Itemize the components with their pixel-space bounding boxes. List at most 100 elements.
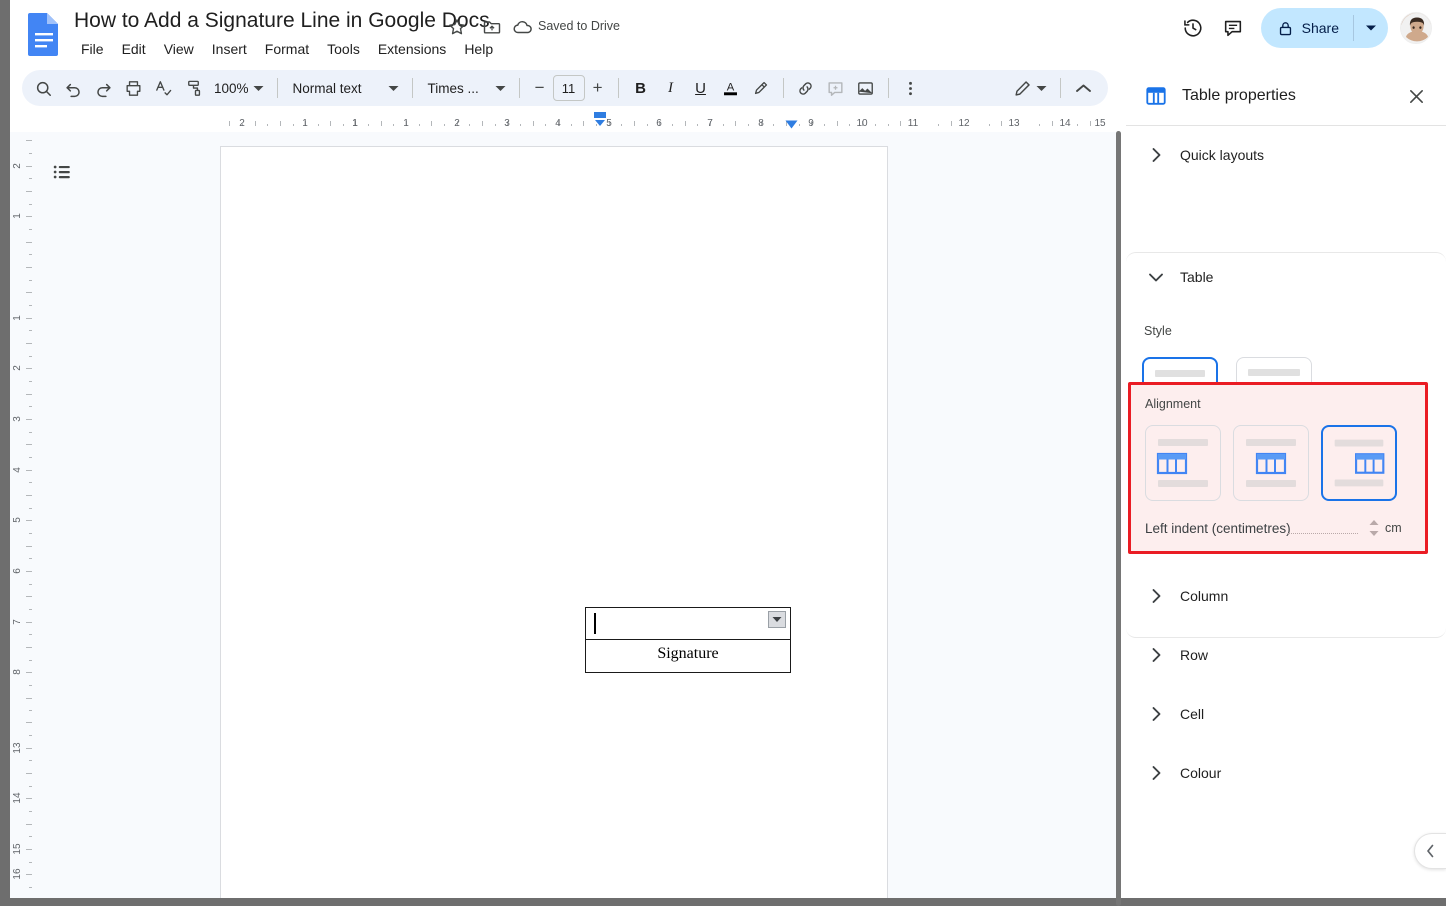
increase-font-size-button[interactable]: + (585, 75, 611, 101)
menu-view[interactable]: View (155, 39, 203, 59)
menu-bar: File Edit View Insert Format Tools Exten… (72, 39, 502, 59)
svg-text:7: 7 (12, 619, 23, 625)
svg-text:4: 4 (555, 118, 561, 129)
font-family-dropdown[interactable]: Times ... (420, 74, 512, 102)
window-scrollbar-left[interactable] (0, 0, 10, 898)
bold-label: B (635, 79, 646, 97)
table-properties-icon (1144, 84, 1168, 108)
alignment-label: Alignment (1145, 397, 1201, 411)
menu-tools[interactable]: Tools (318, 39, 369, 59)
toolbar-divider (411, 78, 413, 98)
stepper-up-down-icon[interactable] (1368, 519, 1380, 537)
style-label: Style (1144, 324, 1172, 338)
section-quick-layouts[interactable]: Quick layouts (1126, 131, 1446, 179)
spelling-check-icon[interactable] (148, 74, 178, 102)
document-page[interactable]: Signature (220, 146, 888, 898)
document-canvas[interactable]: Signature (34, 132, 1116, 898)
zoom-control[interactable]: 100% (208, 74, 270, 102)
menu-insert[interactable]: Insert (203, 39, 256, 59)
add-comment-icon[interactable] (821, 74, 851, 102)
highlight-color-icon[interactable] (746, 74, 776, 102)
comment-history-icon[interactable] (1213, 8, 1253, 48)
avatar[interactable] (1400, 12, 1432, 44)
star-icon[interactable] (447, 17, 467, 37)
align-left-option[interactable] (1145, 425, 1221, 501)
horizontal-ruler[interactable]: 21 1 123 456 789 10 1 11 12 13 14 15 (10, 112, 1116, 132)
svg-text:1: 1 (12, 315, 23, 321)
menu-format[interactable]: Format (256, 39, 318, 59)
share-button[interactable]: Share (1260, 8, 1388, 48)
paint-format-icon[interactable] (178, 74, 208, 102)
menu-extensions[interactable]: Extensions (369, 39, 455, 59)
toolbar-divider (782, 78, 784, 98)
svg-text:14: 14 (1059, 118, 1071, 129)
align-right-option[interactable] (1321, 425, 1397, 501)
svg-text:13: 13 (12, 742, 23, 754)
paragraph-style-dropdown[interactable]: Normal text (285, 74, 405, 102)
section-colour[interactable]: Colour (1126, 749, 1446, 797)
section-table[interactable]: Table (1126, 253, 1446, 301)
table-row-signature-label[interactable]: Signature (586, 640, 790, 672)
editing-mode-pencil-icon (1013, 79, 1032, 98)
section-column[interactable]: Column (1126, 572, 1446, 620)
svg-text:1: 1 (12, 213, 23, 219)
insert-link-icon[interactable] (791, 74, 821, 102)
chevron-right-icon (1146, 763, 1166, 783)
share-button-main[interactable]: Share (1261, 8, 1353, 48)
app-header: How to Add a Signature Line in Google Do… (10, 0, 1446, 66)
right-indent-marker[interactable] (785, 120, 798, 129)
font-size-input[interactable]: 11 (552, 75, 585, 101)
collapse-toolbar-button[interactable] (1068, 74, 1098, 102)
window-scrollbar-bottom[interactable] (0, 898, 1446, 906)
google-docs-icon (26, 12, 62, 56)
svg-text:3: 3 (12, 416, 23, 422)
underline-button[interactable]: U (686, 74, 716, 102)
print-icon[interactable] (118, 74, 148, 102)
search-icon[interactable] (28, 74, 58, 102)
header-actions: Share (1173, 8, 1446, 48)
left-indent-input[interactable] (1288, 533, 1358, 534)
section-cell[interactable]: Cell (1126, 690, 1446, 738)
chevron-left-icon (1426, 844, 1435, 858)
menu-edit[interactable]: Edit (113, 39, 155, 59)
editing-mode-dropdown[interactable] (1007, 74, 1053, 102)
bold-button[interactable]: B (626, 74, 656, 102)
decrease-font-size-button[interactable]: − (527, 75, 553, 101)
chevron-down-icon[interactable] (1354, 8, 1388, 48)
text-color-icon[interactable]: A (716, 74, 746, 102)
more-options-icon[interactable] (896, 74, 926, 102)
move-to-folder-icon[interactable] (482, 17, 502, 37)
undo-icon[interactable] (58, 74, 88, 102)
italic-button[interactable]: I (656, 74, 686, 102)
svg-text:1: 1 (403, 118, 409, 129)
vertical-ruler-lower[interactable]: 13 14 15 16 (10, 712, 34, 898)
chevron-down-icon (253, 85, 264, 92)
italic-label: I (668, 79, 674, 96)
document-vertical-scrollbar[interactable] (1116, 131, 1121, 906)
cloud-saved-icon (512, 16, 534, 38)
left-indent-marker[interactable] (593, 112, 607, 128)
document-outline-icon[interactable] (42, 152, 82, 192)
document-title[interactable]: How to Add a Signature Line in Google Do… (74, 9, 490, 33)
menu-file[interactable]: File (72, 39, 113, 59)
section-row[interactable]: Row (1126, 631, 1446, 679)
section-label: Row (1180, 647, 1209, 663)
redo-icon[interactable] (88, 74, 118, 102)
menu-help[interactable]: Help (455, 39, 502, 59)
chevron-down-icon (388, 85, 399, 92)
signature-table[interactable]: Signature (585, 607, 791, 673)
svg-text:1: 1 (302, 118, 308, 129)
cell-dropdown-icon[interactable] (768, 611, 786, 628)
version-history-icon[interactable] (1173, 8, 1213, 48)
align-centre-option[interactable] (1233, 425, 1309, 501)
insert-image-icon[interactable] (851, 74, 881, 102)
chevron-right-icon (1146, 704, 1166, 724)
lock-icon (1277, 20, 1294, 37)
zoom-value: 100% (214, 80, 249, 96)
close-icon[interactable] (1400, 80, 1432, 112)
collapse-panel-button[interactable] (1414, 833, 1446, 869)
table-row-signature-field[interactable] (586, 608, 790, 640)
svg-text:11: 11 (908, 118, 919, 129)
paragraph-style-value: Normal text (292, 80, 362, 96)
toolbar-divider (617, 78, 619, 98)
